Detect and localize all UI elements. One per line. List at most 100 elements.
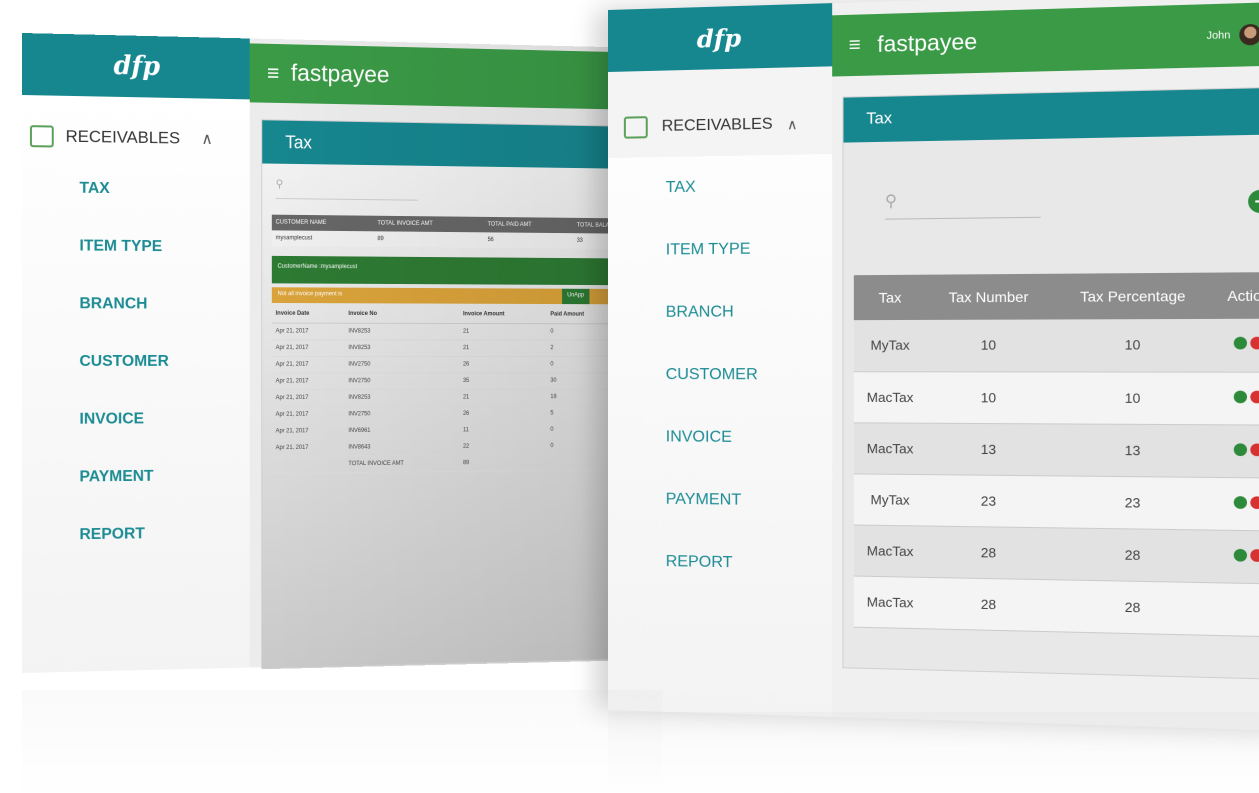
sidebar-item-customer[interactable]: CUSTOMER bbox=[22, 333, 250, 391]
tax-cell: MacTax bbox=[854, 371, 927, 422]
search-icon: ⚲ bbox=[276, 178, 284, 190]
tax-percentage-cell: 10 bbox=[1051, 319, 1215, 372]
table-cell: 35 bbox=[459, 372, 547, 389]
table-row[interactable]: Apr 21, 2017INV275026026 bbox=[272, 356, 662, 373]
edit-icon[interactable] bbox=[1234, 496, 1247, 509]
edit-icon[interactable] bbox=[1234, 390, 1247, 403]
total-row: TOTAL INVOICE AMT 89 bbox=[272, 453, 662, 473]
search-input[interactable]: ⚲ bbox=[276, 177, 418, 200]
edit-icon[interactable] bbox=[1234, 337, 1247, 350]
action-cell bbox=[1215, 424, 1259, 477]
sidebar-item-invoice[interactable]: INVOICE bbox=[22, 390, 250, 449]
sidebar-item-branch[interactable]: BRANCH bbox=[22, 275, 250, 333]
table-cell: 11 bbox=[459, 421, 547, 438]
table-cell: 21 bbox=[459, 323, 547, 340]
tax-number-cell: 28 bbox=[926, 526, 1050, 580]
column-header: Invoice Date bbox=[272, 305, 345, 323]
sidebar-item-branch[interactable]: BRANCH bbox=[608, 280, 832, 344]
section-label: RECEIVABLES bbox=[66, 127, 180, 149]
table-row[interactable]: MyTax 23 23 bbox=[854, 473, 1259, 530]
table-row[interactable]: MacTax 28 28 bbox=[854, 576, 1259, 637]
tax-number-cell: 23 bbox=[926, 474, 1050, 527]
edit-icon[interactable] bbox=[1234, 443, 1247, 456]
sidebar-item-payment[interactable]: PAYMENT bbox=[608, 468, 832, 533]
tax-number-cell: 28 bbox=[926, 577, 1050, 631]
sidebar-item-report[interactable]: REPORT bbox=[608, 530, 832, 597]
chevron-up-icon: ∧ bbox=[787, 115, 797, 132]
table-cell: Apr 21, 2017 bbox=[272, 406, 345, 423]
table-cell: Apr 21, 2017 bbox=[272, 356, 345, 373]
scene: dfp ≡ fastpayee RECEIVABLES ∧ TAX ITEM T… bbox=[0, 0, 1259, 793]
edit-icon[interactable] bbox=[1234, 548, 1247, 561]
delete-icon[interactable] bbox=[1250, 443, 1259, 456]
table-row[interactable]: MyTax 10 10 bbox=[854, 319, 1259, 372]
add-tax-button[interactable]: + bbox=[1248, 190, 1259, 214]
total-label: TOTAL INVOICE AMT bbox=[345, 455, 460, 472]
search-input[interactable]: ⚲ bbox=[885, 189, 1041, 220]
table-row[interactable]: Apr 21, 2017INV825321021 bbox=[272, 323, 662, 340]
main-panel: Tax ⚲ CUSTOMER NAME TOTAL INVOICE AMT TO… bbox=[261, 119, 643, 669]
user-menu[interactable]: John ⏻ bbox=[1207, 23, 1259, 46]
table-cell: 56 bbox=[484, 232, 573, 248]
avatar[interactable] bbox=[1239, 24, 1259, 46]
table-cell: 21 bbox=[459, 339, 547, 355]
table-cell: 21 bbox=[459, 389, 547, 406]
toolbar: ⚲ + bbox=[844, 134, 1259, 255]
tax-cell: MyTax bbox=[854, 473, 927, 525]
table-row[interactable]: Apr 21, 2017INV825321219 bbox=[272, 339, 662, 356]
user-name: John bbox=[1207, 29, 1231, 41]
sidebar-item-item-type[interactable]: ITEM TYPE bbox=[22, 217, 250, 276]
reflection bbox=[22, 690, 662, 793]
delete-icon[interactable] bbox=[1250, 549, 1259, 562]
table-row[interactable]: Apr 21, 2017INV275035305 bbox=[272, 372, 662, 389]
logo[interactable]: dfp bbox=[608, 3, 832, 72]
hamburger-icon[interactable]: ≡ bbox=[849, 33, 861, 57]
tax-cell: MyTax bbox=[854, 320, 927, 371]
logo[interactable]: dfp bbox=[22, 33, 250, 99]
sidebar-item-tax[interactable]: TAX bbox=[608, 154, 832, 220]
table-row[interactable]: mysamplecust 89 56 33 bbox=[272, 230, 662, 249]
invoice-table: Invoice Date Invoice No Invoice Amount P… bbox=[272, 305, 662, 473]
table-cell: 89 bbox=[374, 231, 484, 247]
hamburger-icon[interactable]: ≡ bbox=[267, 60, 279, 86]
customer-banner: CustomerName :mysamplecust bbox=[272, 256, 662, 286]
table-cell: Apr 21, 2017 bbox=[272, 439, 345, 456]
sidebar-item-tax[interactable]: TAX bbox=[22, 159, 250, 219]
table-row[interactable]: MacTax 28 28 bbox=[854, 524, 1259, 583]
sidebar-section-receivables[interactable]: RECEIVABLES ∧ bbox=[22, 95, 250, 162]
tax-cell: MacTax bbox=[854, 422, 927, 474]
sidebar-item-invoice[interactable]: INVOICE bbox=[608, 406, 832, 470]
sidebar-section-receivables[interactable]: RECEIVABLES ∧ bbox=[608, 66, 832, 158]
table-row[interactable]: MacTax 10 10 bbox=[854, 371, 1259, 424]
tax-number-cell: 10 bbox=[926, 319, 1050, 371]
table-cell: INV8253 bbox=[345, 389, 460, 406]
action-cell bbox=[1215, 477, 1259, 531]
table-cell: INV6961 bbox=[345, 422, 460, 439]
table-cell: Apr 21, 2017 bbox=[272, 323, 345, 340]
tax-percentage-cell: 28 bbox=[1051, 579, 1215, 635]
delete-icon[interactable] bbox=[1250, 496, 1259, 509]
table-cell: 26 bbox=[459, 405, 547, 422]
chevron-up-icon: ∧ bbox=[201, 129, 212, 149]
column-header-tax-number: Tax Number bbox=[926, 274, 1050, 320]
column-header: TOTAL INVOICE AMT bbox=[374, 216, 484, 233]
action-cell bbox=[1215, 319, 1259, 372]
sidebar-item-customer[interactable]: CUSTOMER bbox=[608, 344, 832, 407]
column-header: Invoice Amount bbox=[459, 306, 547, 324]
table-row[interactable]: Apr 21, 2017INV825321192 bbox=[272, 388, 662, 406]
summary-table: CUSTOMER NAME TOTAL INVOICE AMT TOTAL PA… bbox=[272, 215, 662, 250]
delete-icon[interactable] bbox=[1250, 337, 1259, 350]
unapproved-button[interactable]: UnApp bbox=[562, 289, 590, 304]
table-cell: 22 bbox=[459, 438, 547, 455]
warning-banner: Not all invoice payment is UnApp bbox=[272, 287, 662, 304]
delete-icon[interactable] bbox=[1250, 390, 1259, 403]
table-row[interactable]: MacTax 13 13 bbox=[854, 422, 1259, 477]
back-screen: dfp ≡ fastpayee RECEIVABLES ∧ TAX ITEM T… bbox=[22, 33, 629, 673]
table-cell: 26 bbox=[459, 356, 547, 372]
column-header-action: Action bbox=[1215, 272, 1259, 319]
sidebar-item-report[interactable]: REPORT bbox=[22, 504, 250, 565]
action-cell bbox=[1215, 530, 1259, 584]
receivables-icon bbox=[624, 116, 648, 139]
sidebar-item-payment[interactable]: PAYMENT bbox=[22, 447, 250, 507]
sidebar-item-item-type[interactable]: ITEM TYPE bbox=[608, 217, 832, 282]
